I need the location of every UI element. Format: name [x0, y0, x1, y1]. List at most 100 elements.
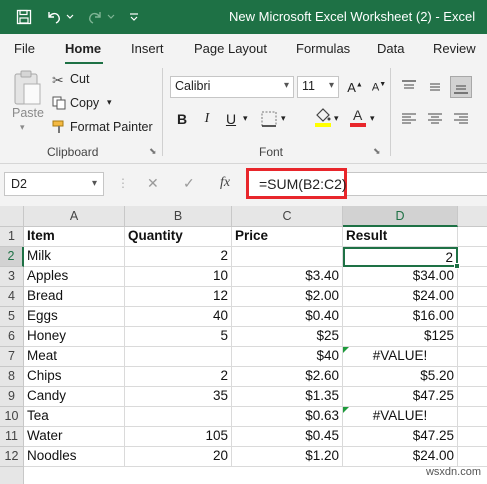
cell-a8[interactable]: Chips — [24, 367, 125, 387]
format-painter-button[interactable]: Format Painter — [70, 120, 153, 134]
cell-d12[interactable]: $24.00 — [343, 447, 458, 467]
underline-button[interactable]: U — [220, 108, 242, 130]
cell-a10[interactable]: Tea — [24, 407, 125, 427]
cell-b5[interactable]: 40 — [125, 307, 232, 327]
row-header[interactable]: 4 — [0, 287, 24, 307]
redo-dropdown-icon[interactable] — [105, 7, 117, 27]
cell-a7[interactable]: Meat — [24, 347, 125, 367]
tab-review[interactable]: Review — [433, 41, 476, 56]
select-all-corner[interactable] — [0, 206, 24, 227]
cell-c9[interactable]: $1.35 — [232, 387, 343, 407]
cell-b8[interactable]: 2 — [125, 367, 232, 387]
cell-c7[interactable]: $40 — [232, 347, 343, 367]
tab-formulas[interactable]: Formulas — [296, 41, 350, 56]
paste-icon[interactable] — [8, 68, 46, 108]
cell-c8[interactable]: $2.60 — [232, 367, 343, 387]
cell-e10[interactable] — [458, 407, 487, 427]
align-left-icon[interactable] — [398, 108, 420, 130]
cell-b9[interactable]: 35 — [125, 387, 232, 407]
row-header[interactable]: 3 — [0, 267, 24, 287]
column-header-c[interactable]: C — [232, 206, 343, 227]
row-header[interactable]: 8 — [0, 367, 24, 387]
cell-d3[interactable]: $34.00 — [343, 267, 458, 287]
cell-e8[interactable] — [458, 367, 487, 387]
copy-button[interactable]: Copy — [70, 96, 99, 110]
cell-d1[interactable]: Result — [343, 227, 458, 247]
active-cell[interactable]: 2 — [343, 247, 458, 267]
increase-font-size-icon[interactable]: A▲ — [344, 76, 366, 98]
cell-e9[interactable] — [458, 387, 487, 407]
cell-e5[interactable] — [458, 307, 487, 327]
insert-function-icon[interactable]: fx — [220, 175, 230, 191]
tab-data[interactable]: Data — [377, 41, 404, 56]
cell-a3[interactable]: Apples — [24, 267, 125, 287]
bottom-align-icon[interactable] — [450, 76, 472, 98]
cell-c10[interactable]: $0.63 — [232, 407, 343, 427]
fill-color-dropdown-icon[interactable]: ▾ — [334, 113, 339, 124]
undo-dropdown-icon[interactable] — [64, 7, 76, 27]
cell-b4[interactable]: 12 — [125, 287, 232, 307]
borders-icon[interactable] — [258, 108, 280, 130]
borders-dropdown-icon[interactable]: ▾ — [281, 113, 286, 124]
cell-c11[interactable]: $0.45 — [232, 427, 343, 447]
row-header[interactable]: 12 — [0, 447, 24, 467]
fill-color-icon[interactable] — [312, 106, 334, 128]
enter-icon[interactable]: ✓ — [183, 175, 195, 192]
cell-a5[interactable]: Eggs — [24, 307, 125, 327]
row-header[interactable]: 5 — [0, 307, 24, 327]
font-color-dropdown-icon[interactable]: ▾ — [370, 113, 375, 124]
error-indicator-icon[interactable] — [343, 347, 349, 353]
row-header[interactable]: 9 — [0, 387, 24, 407]
name-box[interactable]: D2 ▾ — [4, 172, 104, 196]
cell-e6[interactable] — [458, 327, 487, 347]
save-icon[interactable] — [14, 7, 34, 27]
cell-a12[interactable]: Noodles — [24, 447, 125, 467]
cell-a1[interactable]: Item — [24, 227, 125, 247]
row-header[interactable] — [0, 467, 24, 484]
redo-icon[interactable] — [85, 7, 105, 27]
cancel-icon[interactable]: ✕ — [147, 175, 159, 192]
cell-b7[interactable] — [125, 347, 232, 367]
cell-d5[interactable]: $16.00 — [343, 307, 458, 327]
cell-e7[interactable] — [458, 347, 487, 367]
column-header-b[interactable]: B — [125, 206, 232, 227]
underline-dropdown-icon[interactable]: ▾ — [243, 113, 248, 124]
cell-c4[interactable]: $2.00 — [232, 287, 343, 307]
formula-bar-grip-icon[interactable]: ⋮ — [117, 176, 129, 190]
row-header[interactable]: 7 — [0, 347, 24, 367]
cell-b2[interactable]: 2 — [125, 247, 232, 267]
name-box-dropdown-icon[interactable]: ▾ — [92, 178, 97, 189]
column-header-d[interactable]: D — [343, 206, 458, 227]
row-header[interactable]: 1 — [0, 227, 24, 247]
cell-c1[interactable]: Price — [232, 227, 343, 247]
tab-insert[interactable]: Insert — [131, 41, 164, 56]
formula-input[interactable]: =SUM(B2:C2) — [246, 168, 347, 199]
font-color-icon[interactable]: A — [347, 106, 369, 128]
cell-b3[interactable]: 10 — [125, 267, 232, 287]
font-name-dropdown-icon[interactable]: ▾ — [284, 80, 289, 91]
row-header[interactable]: 11 — [0, 427, 24, 447]
column-header-e[interactable] — [458, 206, 487, 227]
paste-button[interactable]: Paste — [12, 106, 44, 120]
cell-e1[interactable] — [458, 227, 487, 247]
cell-d8[interactable]: $5.20 — [343, 367, 458, 387]
cell-e4[interactable] — [458, 287, 487, 307]
row-header[interactable]: 10 — [0, 407, 24, 427]
cell-c12[interactable]: $1.20 — [232, 447, 343, 467]
cell-c3[interactable]: $3.40 — [232, 267, 343, 287]
cell-b11[interactable]: 105 — [125, 427, 232, 447]
align-right-icon[interactable] — [450, 108, 472, 130]
cell-a4[interactable]: Bread — [24, 287, 125, 307]
font-launcher-icon[interactable]: ⬊ — [373, 146, 381, 157]
row-header[interactable]: 2 — [0, 247, 24, 267]
font-size-box[interactable]: 11 ▾ — [297, 76, 339, 98]
cell-c2[interactable] — [232, 247, 343, 267]
cell-a2[interactable]: Milk — [24, 247, 125, 267]
cell-a11[interactable]: Water — [24, 427, 125, 447]
tab-page-layout[interactable]: Page Layout — [194, 41, 267, 56]
clipboard-launcher-icon[interactable]: ⬊ — [149, 146, 157, 157]
top-align-icon[interactable] — [398, 76, 420, 98]
row-header[interactable]: 6 — [0, 327, 24, 347]
bold-button[interactable]: B — [171, 108, 193, 130]
cell-b6[interactable]: 5 — [125, 327, 232, 347]
